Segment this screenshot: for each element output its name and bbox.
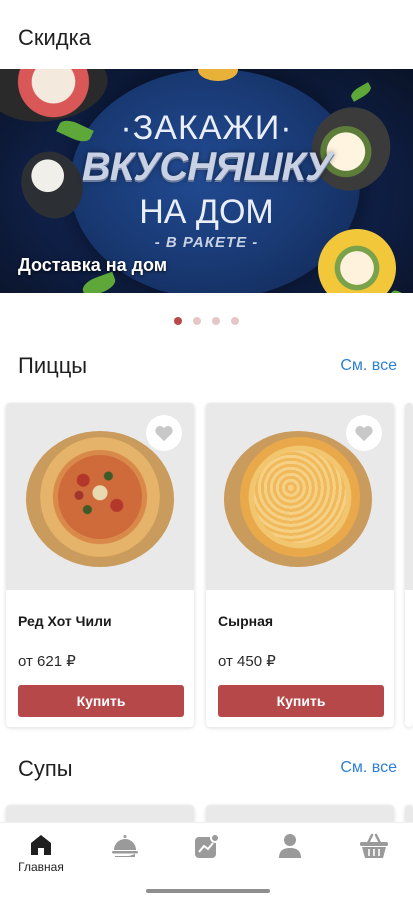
banner-line-1: ·ЗАКАЖИ· xyxy=(120,109,293,147)
product-price: от 450 ₽ xyxy=(218,653,276,670)
discount-title: Скидка xyxy=(18,25,91,50)
banner-line-3: НА ДОМ xyxy=(139,193,274,231)
banner-line-2: ВКУСНЯШКУ xyxy=(81,145,332,189)
carousel-dot[interactable] xyxy=(174,317,182,325)
home-icon xyxy=(31,835,51,855)
nav-item-label: Главная xyxy=(18,860,64,874)
carousel-dot[interactable] xyxy=(212,317,220,325)
pizzas-title: Пиццы xyxy=(18,353,88,378)
product-card-red-hot-chili[interactable]: Ред Хот Чили от 621 ₽ Купить xyxy=(6,403,194,727)
product-name: Сырная xyxy=(218,613,274,629)
product-photo xyxy=(405,403,413,590)
buy-button[interactable]: Купить xyxy=(18,685,184,717)
pizza-image xyxy=(240,437,360,557)
product-price: от 621 ₽ xyxy=(18,653,76,670)
heart-icon xyxy=(155,425,173,442)
leaf-decoration xyxy=(389,287,411,293)
nav-item-promo[interactable] xyxy=(172,833,242,862)
carousel-dot[interactable] xyxy=(231,317,239,325)
nav-item-home[interactable]: Главная xyxy=(6,833,76,874)
buy-button[interactable]: Купить xyxy=(218,685,384,717)
leaf-decoration xyxy=(348,82,374,102)
basket-icon xyxy=(360,833,388,858)
promo-banner[interactable]: ·ЗАКАЖИ· ВКУСНЯШКУ НА ДОМ - В РАКЕТЕ - Д… xyxy=(0,69,413,293)
banner-caption: Доставка на дом xyxy=(18,255,168,275)
product-name: Ред Хот Чили xyxy=(18,613,112,629)
soups-see-all-link[interactable]: См. все xyxy=(340,759,397,777)
nav-item-menu[interactable] xyxy=(90,833,160,862)
carousel-indicator xyxy=(174,317,239,325)
product-card-next[interactable] xyxy=(405,403,413,727)
product-card-cheese[interactable]: Сырная от 450 ₽ Купить xyxy=(206,403,394,727)
profile-icon xyxy=(279,834,301,858)
carousel-dot[interactable] xyxy=(193,317,201,325)
promo-icon xyxy=(195,833,220,858)
pizzas-see-all-link[interactable]: См. все xyxy=(340,357,397,375)
soups-title: Супы xyxy=(18,756,73,781)
nav-item-basket[interactable] xyxy=(339,833,409,862)
pizza-image xyxy=(40,437,160,557)
dish-icon xyxy=(112,835,138,857)
home-indicator-bar[interactable] xyxy=(146,889,270,893)
banner-line-4: - В РАКЕТЕ - xyxy=(154,234,259,251)
nav-item-profile[interactable] xyxy=(255,833,325,862)
favorite-button[interactable] xyxy=(346,415,382,451)
favorite-button[interactable] xyxy=(146,415,182,451)
heart-icon xyxy=(355,425,373,442)
